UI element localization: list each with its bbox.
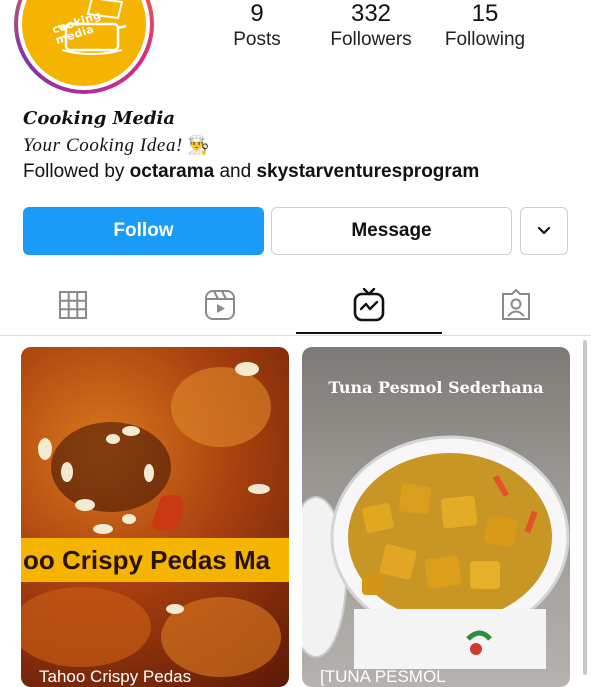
chevron-down-icon xyxy=(537,226,551,235)
suggested-accounts-button[interactable] xyxy=(520,207,568,255)
post-banner-text: oo Crispy Pedas Ma xyxy=(23,545,271,575)
post-title-banner: oo Crispy Pedas Ma xyxy=(21,538,289,582)
stat-followers[interactable]: 332 Followers xyxy=(316,0,426,52)
reels-icon xyxy=(205,290,235,320)
igtv-post-2[interactable]: Tuna Pesmol Sederhana [TUNA PESMOL xyxy=(302,347,570,687)
follow-button[interactable]: Follow xyxy=(23,207,264,255)
tab-selected-indicator xyxy=(296,332,442,334)
tab-reels[interactable] xyxy=(147,283,293,327)
post-title: Tuna Pesmol Sederhana xyxy=(328,378,544,397)
tagged-icon xyxy=(502,289,530,320)
stat-posts[interactable]: 9 Posts xyxy=(202,0,312,52)
followed-by-prefix: Followed by xyxy=(23,161,125,182)
tagline-text: Your Cooking Idea! xyxy=(23,135,183,156)
tab-tagged[interactable] xyxy=(443,283,589,327)
followed-by[interactable]: Followed by octarama and skystarventures… xyxy=(23,161,479,183)
profile-tagline: Your Cooking Idea! 👨‍🍳 xyxy=(23,135,210,157)
igtv-post-1[interactable]: oo Crispy Pedas Ma Tahoo Crispy Pedas xyxy=(21,347,289,687)
stat-following[interactable]: 15 Following xyxy=(430,0,540,52)
stat-value: 15 xyxy=(471,0,499,27)
tab-posts-grid[interactable] xyxy=(0,283,146,327)
tab-igtv[interactable] xyxy=(296,283,442,327)
chef-emoji-icon: 👨‍🍳 xyxy=(187,135,211,155)
post-thumbnail-image xyxy=(302,435,570,669)
grid-icon xyxy=(59,291,87,319)
post-caption: Tahoo Crispy Pedas xyxy=(39,667,192,686)
stat-label: Followers xyxy=(330,29,412,50)
avatar-image: cooking media xyxy=(22,0,146,86)
avatar-border: cooking media xyxy=(18,0,150,90)
post-thumbnail-image xyxy=(21,362,281,677)
followed-by-and: and xyxy=(219,161,252,182)
stat-value: 332 xyxy=(350,0,392,27)
scrollbar[interactable] xyxy=(583,340,587,675)
profile-avatar[interactable]: cooking media xyxy=(14,0,154,94)
post-caption: [TUNA PESMOL xyxy=(320,667,446,686)
stat-label: Following xyxy=(444,29,526,50)
stat-value: 9 xyxy=(250,0,264,27)
stat-label: Posts xyxy=(233,29,281,50)
followed-by-user-2[interactable]: skystarventuresprogram xyxy=(256,161,479,182)
igtv-icon xyxy=(353,288,385,322)
message-button[interactable]: Message xyxy=(271,207,512,255)
profile-name: Cooking Media xyxy=(23,108,176,129)
followed-by-user-1[interactable]: octarama xyxy=(130,161,215,182)
tab-divider xyxy=(0,335,591,336)
